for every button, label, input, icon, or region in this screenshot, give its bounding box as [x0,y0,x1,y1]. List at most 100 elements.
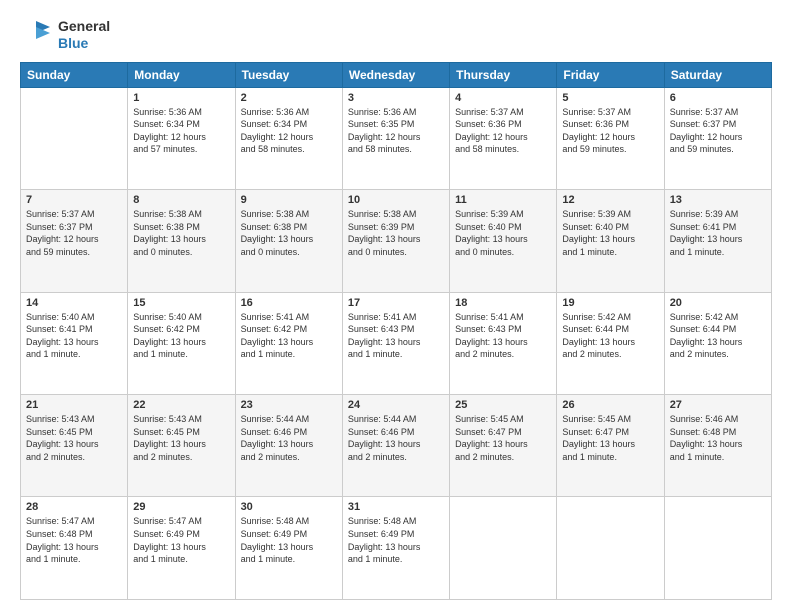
day-cell: 29 Sunrise: 5:47 AM Sunset: 6:49 PM Dayli… [128,497,235,600]
day-info: Sunrise: 5:43 AM Sunset: 6:45 PM Dayligh… [26,413,122,463]
page: General Blue SundayMondayTuesdayWednesda… [0,0,792,612]
day-info: Sunrise: 5:47 AM Sunset: 6:48 PM Dayligh… [26,515,122,565]
calendar-table: SundayMondayTuesdayWednesdayThursdayFrid… [20,62,772,600]
day-info: Sunrise: 5:39 AM Sunset: 6:40 PM Dayligh… [562,208,658,258]
day-info: Sunrise: 5:41 AM Sunset: 6:43 PM Dayligh… [455,311,551,361]
day-info: Sunrise: 5:40 AM Sunset: 6:41 PM Dayligh… [26,311,122,361]
day-info: Sunrise: 5:37 AM Sunset: 6:37 PM Dayligh… [670,106,766,156]
day-cell: 22Sunrise: 5:43 AM Sunset: 6:45 PM Dayli… [128,395,235,497]
day-info: Sunrise: 5:41 AM Sunset: 6:42 PM Dayligh… [241,311,337,361]
logo-text: General Blue [58,18,110,52]
day-cell: 2 Sunrise: 5:36 AM Sunset: 6:34 PM Daylig… [235,87,342,189]
day-cell [664,497,771,600]
logo-general-text: General [58,18,110,35]
day-number: 31 [348,501,444,513]
day-info: Sunrise: 5:46 AM Sunset: 6:48 PM Dayligh… [670,413,766,463]
day-number: 27 [670,399,766,411]
day-number: 20 [670,297,766,309]
day-number: 21 [26,399,122,411]
day-info: Sunrise: 5:41 AM Sunset: 6:43 PM Dayligh… [348,311,444,361]
week-row-3: 14Sunrise: 5:40 AM Sunset: 6:41 PM Dayli… [21,292,772,394]
day-cell: 25Sunrise: 5:45 AM Sunset: 6:47 PM Dayli… [450,395,557,497]
day-number: 18 [455,297,551,309]
day-number: 12 [562,194,658,206]
day-number: 17 [348,297,444,309]
day-number: 4 [455,92,551,104]
day-cell: 30Sunrise: 5:48 AM Sunset: 6:49 PM Dayli… [235,497,342,600]
day-info: Sunrise: 5:37 AM Sunset: 6:37 PM Dayligh… [26,208,122,258]
day-number: 30 [241,501,337,513]
day-number: 25 [455,399,551,411]
day-number: 28 [26,501,122,513]
day-cell: 28 Sunrise: 5:47 AM Sunset: 6:48 PM Dayli… [21,497,128,600]
weekday-header-tuesday: Tuesday [235,62,342,87]
day-number: 6 [670,92,766,104]
logo-container: General Blue [20,18,110,52]
day-info: Sunrise: 5:43 AM Sunset: 6:45 PM Dayligh… [133,413,229,463]
day-cell: 31 Sunrise: 5:48 AM Sunset: 6:49 PM Dayli… [342,497,449,600]
day-cell: 8 Sunrise: 5:38 AM Sunset: 6:38 PM Daylig… [128,190,235,292]
day-number: 3 [348,92,444,104]
day-number: 13 [670,194,766,206]
day-info: Sunrise: 5:39 AM Sunset: 6:41 PM Dayligh… [670,208,766,258]
day-number: 29 [133,501,229,513]
day-info: Sunrise: 5:37 AM Sunset: 6:36 PM Dayligh… [562,106,658,156]
day-number: 10 [348,194,444,206]
day-info: Sunrise: 5:42 AM Sunset: 6:44 PM Dayligh… [670,311,766,361]
day-info: Sunrise: 5:36 AM Sunset: 6:34 PM Dayligh… [241,106,337,156]
day-cell [450,497,557,600]
day-cell: 24 Sunrise: 5:44 AM Sunset: 6:46 PM Dayli… [342,395,449,497]
day-number: 9 [241,194,337,206]
day-info: Sunrise: 5:44 AM Sunset: 6:46 PM Dayligh… [241,413,337,463]
day-info: Sunrise: 5:40 AM Sunset: 6:42 PM Dayligh… [133,311,229,361]
day-cell: 26 Sunrise: 5:45 AM Sunset: 6:47 PM Dayli… [557,395,664,497]
day-number: 2 [241,92,337,104]
day-number: 15 [133,297,229,309]
day-cell [21,87,128,189]
day-number: 11 [455,194,551,206]
day-cell: 19 Sunrise: 5:42 AM Sunset: 6:44 PM Dayli… [557,292,664,394]
day-number: 24 [348,399,444,411]
day-cell: 4 Sunrise: 5:37 AM Sunset: 6:36 PM Daylig… [450,87,557,189]
day-info: Sunrise: 5:38 AM Sunset: 6:38 PM Dayligh… [133,208,229,258]
day-info: Sunrise: 5:36 AM Sunset: 6:34 PM Dayligh… [133,106,229,156]
day-number: 26 [562,399,658,411]
day-cell: 20 Sunrise: 5:42 AM Sunset: 6:44 PM Dayli… [664,292,771,394]
day-info: Sunrise: 5:45 AM Sunset: 6:47 PM Dayligh… [562,413,658,463]
day-info: Sunrise: 5:36 AM Sunset: 6:35 PM Dayligh… [348,106,444,156]
day-cell: 10 Sunrise: 5:38 AM Sunset: 6:39 PM Dayli… [342,190,449,292]
weekday-header-row: SundayMondayTuesdayWednesdayThursdayFrid… [21,62,772,87]
week-row-5: 28 Sunrise: 5:47 AM Sunset: 6:48 PM Dayli… [21,497,772,600]
day-info: Sunrise: 5:47 AM Sunset: 6:49 PM Dayligh… [133,515,229,565]
week-row-1: 1 Sunrise: 5:36 AM Sunset: 6:34 PM Daylig… [21,87,772,189]
weekday-header-saturday: Saturday [664,62,771,87]
day-cell: 9Sunrise: 5:38 AM Sunset: 6:38 PM Daylig… [235,190,342,292]
day-cell: 14Sunrise: 5:40 AM Sunset: 6:41 PM Dayli… [21,292,128,394]
day-cell: 5Sunrise: 5:37 AM Sunset: 6:36 PM Daylig… [557,87,664,189]
day-info: Sunrise: 5:37 AM Sunset: 6:36 PM Dayligh… [455,106,551,156]
logo-flag-icon [20,19,52,51]
day-number: 8 [133,194,229,206]
day-cell: 7 Sunrise: 5:37 AM Sunset: 6:37 PM Daylig… [21,190,128,292]
day-info: Sunrise: 5:39 AM Sunset: 6:40 PM Dayligh… [455,208,551,258]
day-info: Sunrise: 5:42 AM Sunset: 6:44 PM Dayligh… [562,311,658,361]
day-cell: 6 Sunrise: 5:37 AM Sunset: 6:37 PM Daylig… [664,87,771,189]
day-number: 19 [562,297,658,309]
day-number: 7 [26,194,122,206]
day-info: Sunrise: 5:38 AM Sunset: 6:39 PM Dayligh… [348,208,444,258]
day-cell: 15 Sunrise: 5:40 AM Sunset: 6:42 PM Dayli… [128,292,235,394]
day-cell: 16 Sunrise: 5:41 AM Sunset: 6:42 PM Dayli… [235,292,342,394]
week-row-2: 7 Sunrise: 5:37 AM Sunset: 6:37 PM Daylig… [21,190,772,292]
day-number: 16 [241,297,337,309]
weekday-header-sunday: Sunday [21,62,128,87]
day-number: 1 [133,92,229,104]
day-cell: 12 Sunrise: 5:39 AM Sunset: 6:40 PM Dayli… [557,190,664,292]
weekday-header-monday: Monday [128,62,235,87]
logo-blue-text: Blue [58,35,110,52]
day-info: Sunrise: 5:44 AM Sunset: 6:46 PM Dayligh… [348,413,444,463]
day-number: 23 [241,399,337,411]
day-cell: 17 Sunrise: 5:41 AM Sunset: 6:43 PM Dayli… [342,292,449,394]
day-info: Sunrise: 5:48 AM Sunset: 6:49 PM Dayligh… [348,515,444,565]
weekday-header-wednesday: Wednesday [342,62,449,87]
week-row-4: 21 Sunrise: 5:43 AM Sunset: 6:45 PM Dayli… [21,395,772,497]
